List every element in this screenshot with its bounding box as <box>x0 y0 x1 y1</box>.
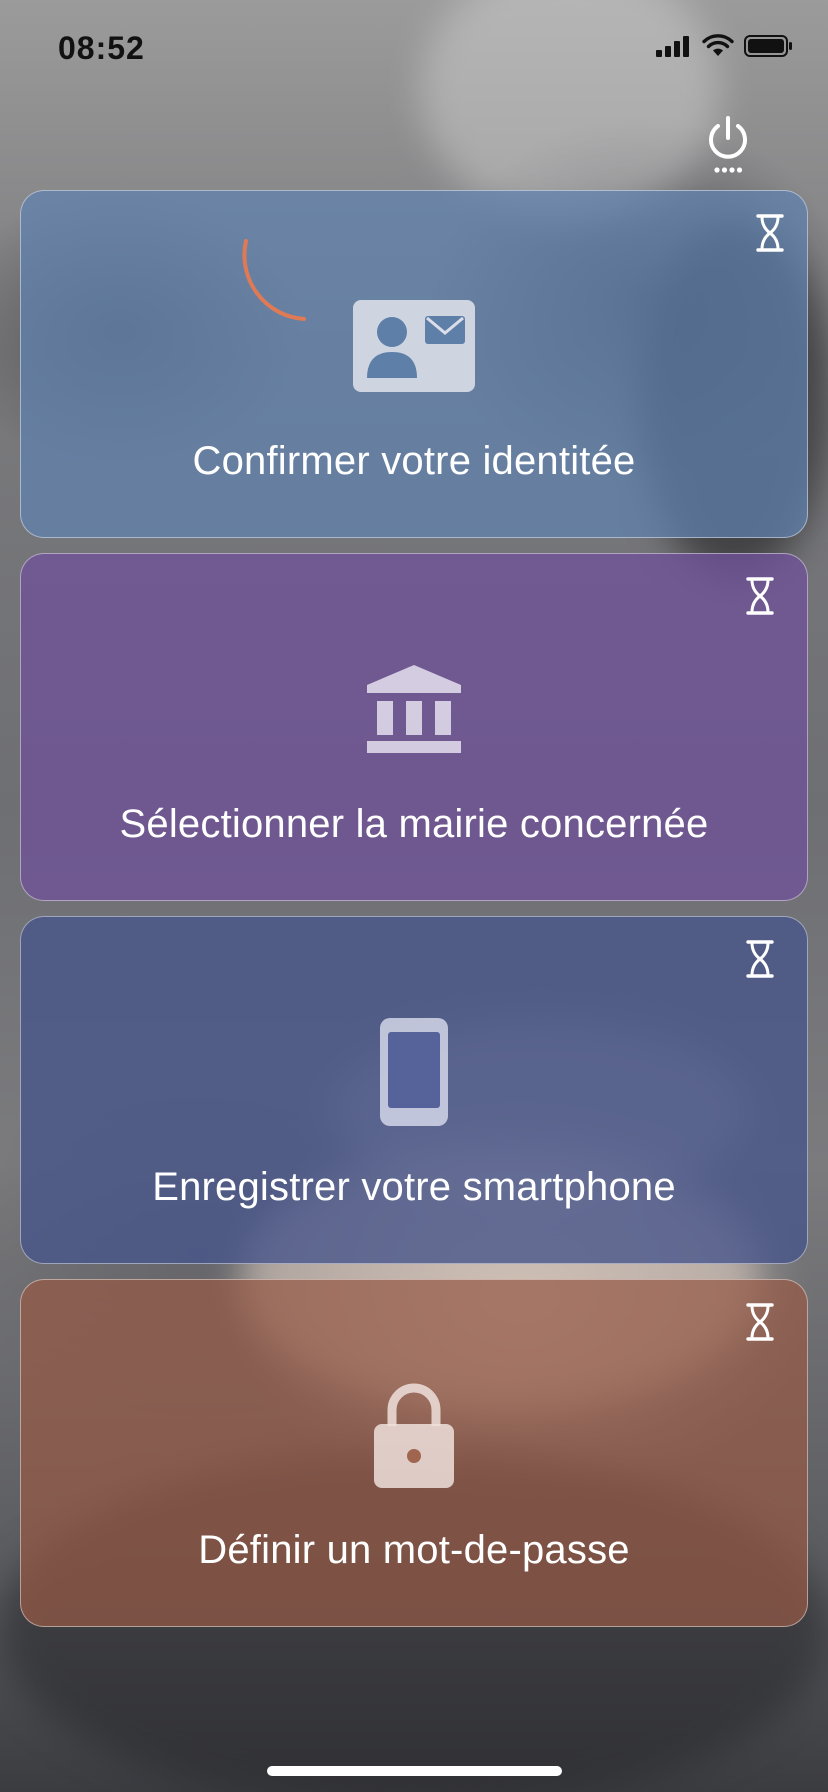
step-card-select-town-hall[interactable]: Sélectionner la mairie concernée <box>20 553 808 901</box>
lock-icon <box>374 1383 454 1488</box>
status-icons <box>656 34 794 58</box>
step-label: Définir un mot-de-passe <box>198 1528 630 1572</box>
hourglass-icon <box>746 577 774 615</box>
step-card-confirm-identity[interactable]: Confirmer votre identitée <box>20 190 808 538</box>
status-time: 08:52 <box>58 30 145 66</box>
smartphone-icon <box>380 1018 448 1126</box>
step-label: Sélectionner la mairie concernée <box>119 802 709 846</box>
hourglass-icon <box>746 940 774 978</box>
step-label: Enregistrer votre smartphone <box>152 1165 676 1209</box>
wifi-icon <box>702 34 734 56</box>
hourglass-icon <box>746 1303 774 1341</box>
battery-icon <box>744 35 792 57</box>
home-indicator[interactable] <box>267 1766 562 1776</box>
power-button[interactable] <box>696 114 760 180</box>
step-card-register-smartphone[interactable]: Enregistrer votre smartphone <box>20 916 808 1264</box>
step-card-set-password[interactable]: Définir un mot-de-passe <box>20 1279 808 1627</box>
city-hall-icon <box>367 665 461 753</box>
step-label: Confirmer votre identitée <box>192 439 636 483</box>
id-card-icon <box>353 300 475 392</box>
cellular-signal-icon <box>656 36 689 57</box>
power-icon <box>709 116 747 173</box>
hourglass-icon <box>756 214 784 252</box>
status-bar: 08:52 <box>0 0 828 100</box>
